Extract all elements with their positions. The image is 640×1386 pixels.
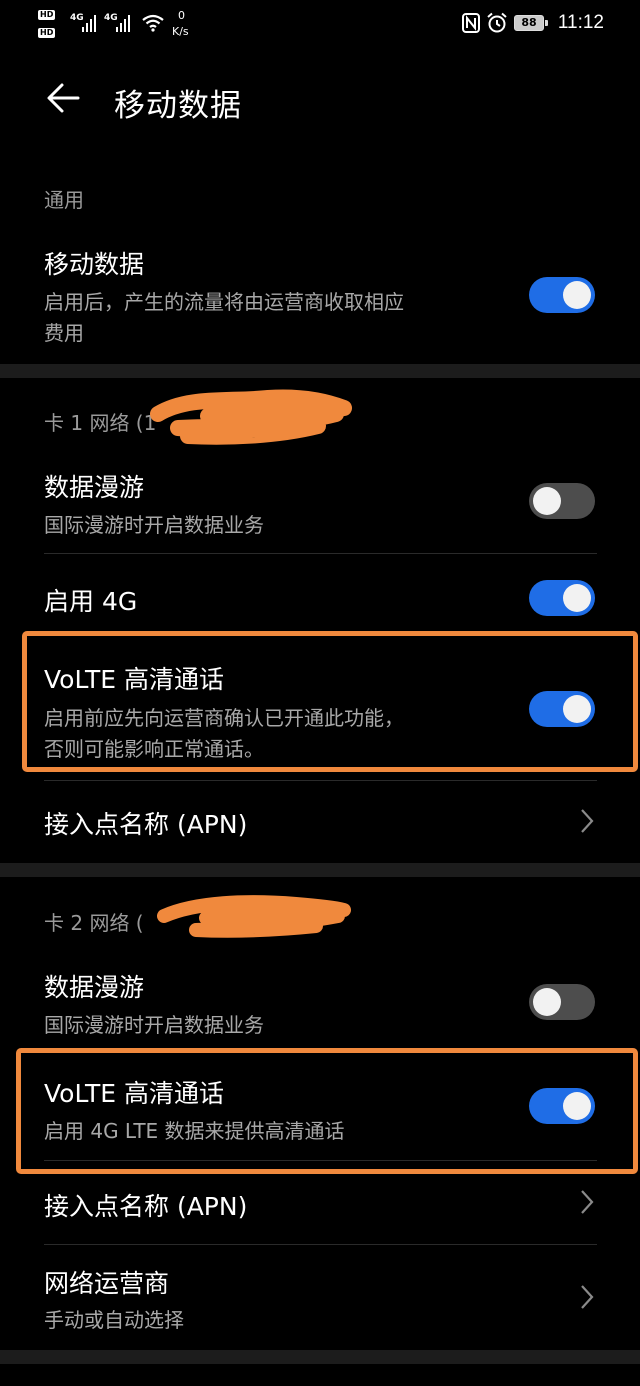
- toggle-knob: [533, 487, 561, 515]
- alarm-icon: [487, 12, 507, 33]
- redaction-scribble: [150, 389, 352, 445]
- sim2-operator-title: 网络运营商: [44, 1269, 170, 1298]
- battery-icon: 88: [514, 15, 548, 31]
- chevron-right-icon: [581, 1190, 594, 1214]
- nfc-icon: [462, 13, 480, 33]
- sim2-roaming-toggle[interactable]: [529, 984, 595, 1020]
- highlight-box: [16, 1048, 638, 1174]
- page-title: 移动数据: [114, 88, 242, 124]
- toggle-knob: [563, 584, 591, 612]
- toggle-knob: [563, 281, 591, 309]
- chevron-right-icon: [581, 1285, 594, 1309]
- sim1-4g-toggle[interactable]: [529, 580, 595, 616]
- sim1-apn-title: 接入点名称 (APN): [44, 810, 248, 839]
- sim1-roaming-subtitle: 国际漫游时开启数据业务: [44, 513, 264, 537]
- sim2-operator-subtitle: 手动或自动选择: [44, 1308, 184, 1332]
- signal-icon-2: [116, 14, 132, 32]
- status-bar: HD HD 4G 4G 0 K/s 88 11:12: [0, 0, 640, 48]
- sim2-roaming-title: 数据漫游: [44, 973, 145, 1002]
- toggle-knob: [533, 988, 561, 1016]
- sim2-roaming-subtitle: 国际漫游时开启数据业务: [44, 1013, 264, 1037]
- mobile-data-toggle[interactable]: [529, 277, 595, 313]
- section-divider: [0, 863, 640, 877]
- signal-icon: [82, 14, 98, 32]
- redaction-scribble: [157, 895, 351, 938]
- sim1-roaming-title: 数据漫游: [44, 473, 145, 502]
- mobile-data-subtitle-1: 启用后，产生的流量将由运营商收取相应: [44, 290, 404, 314]
- arrow-left-icon[interactable]: [44, 78, 84, 118]
- hd-badge-2: HD: [38, 28, 56, 38]
- divider: [44, 1160, 597, 1161]
- chevron-right-icon: [581, 809, 594, 833]
- clock: 11:12: [557, 12, 604, 33]
- speed-unit: K/s: [172, 25, 189, 38]
- divider: [44, 1244, 597, 1245]
- section-divider: [0, 364, 640, 378]
- wifi-icon: [142, 14, 164, 32]
- mobile-data-subtitle-2: 费用: [44, 321, 84, 345]
- mobile-data-title: 移动数据: [44, 250, 145, 279]
- sim1-4g-title: 启用 4G: [44, 587, 138, 616]
- section-divider: [0, 1350, 640, 1364]
- speed-value: 0: [178, 9, 185, 22]
- hd-badge-1: HD: [38, 10, 56, 20]
- divider: [44, 553, 597, 554]
- highlight-box: [22, 631, 638, 772]
- divider: [44, 780, 597, 781]
- section-sim2-label: 卡 2 网络 (: [44, 911, 144, 935]
- section-sim1-label: 卡 1 网络 (1: [44, 411, 157, 435]
- sim2-apn-title: 接入点名称 (APN): [44, 1192, 248, 1221]
- section-general-label: 通用: [44, 188, 84, 212]
- sim1-roaming-toggle[interactable]: [529, 483, 595, 519]
